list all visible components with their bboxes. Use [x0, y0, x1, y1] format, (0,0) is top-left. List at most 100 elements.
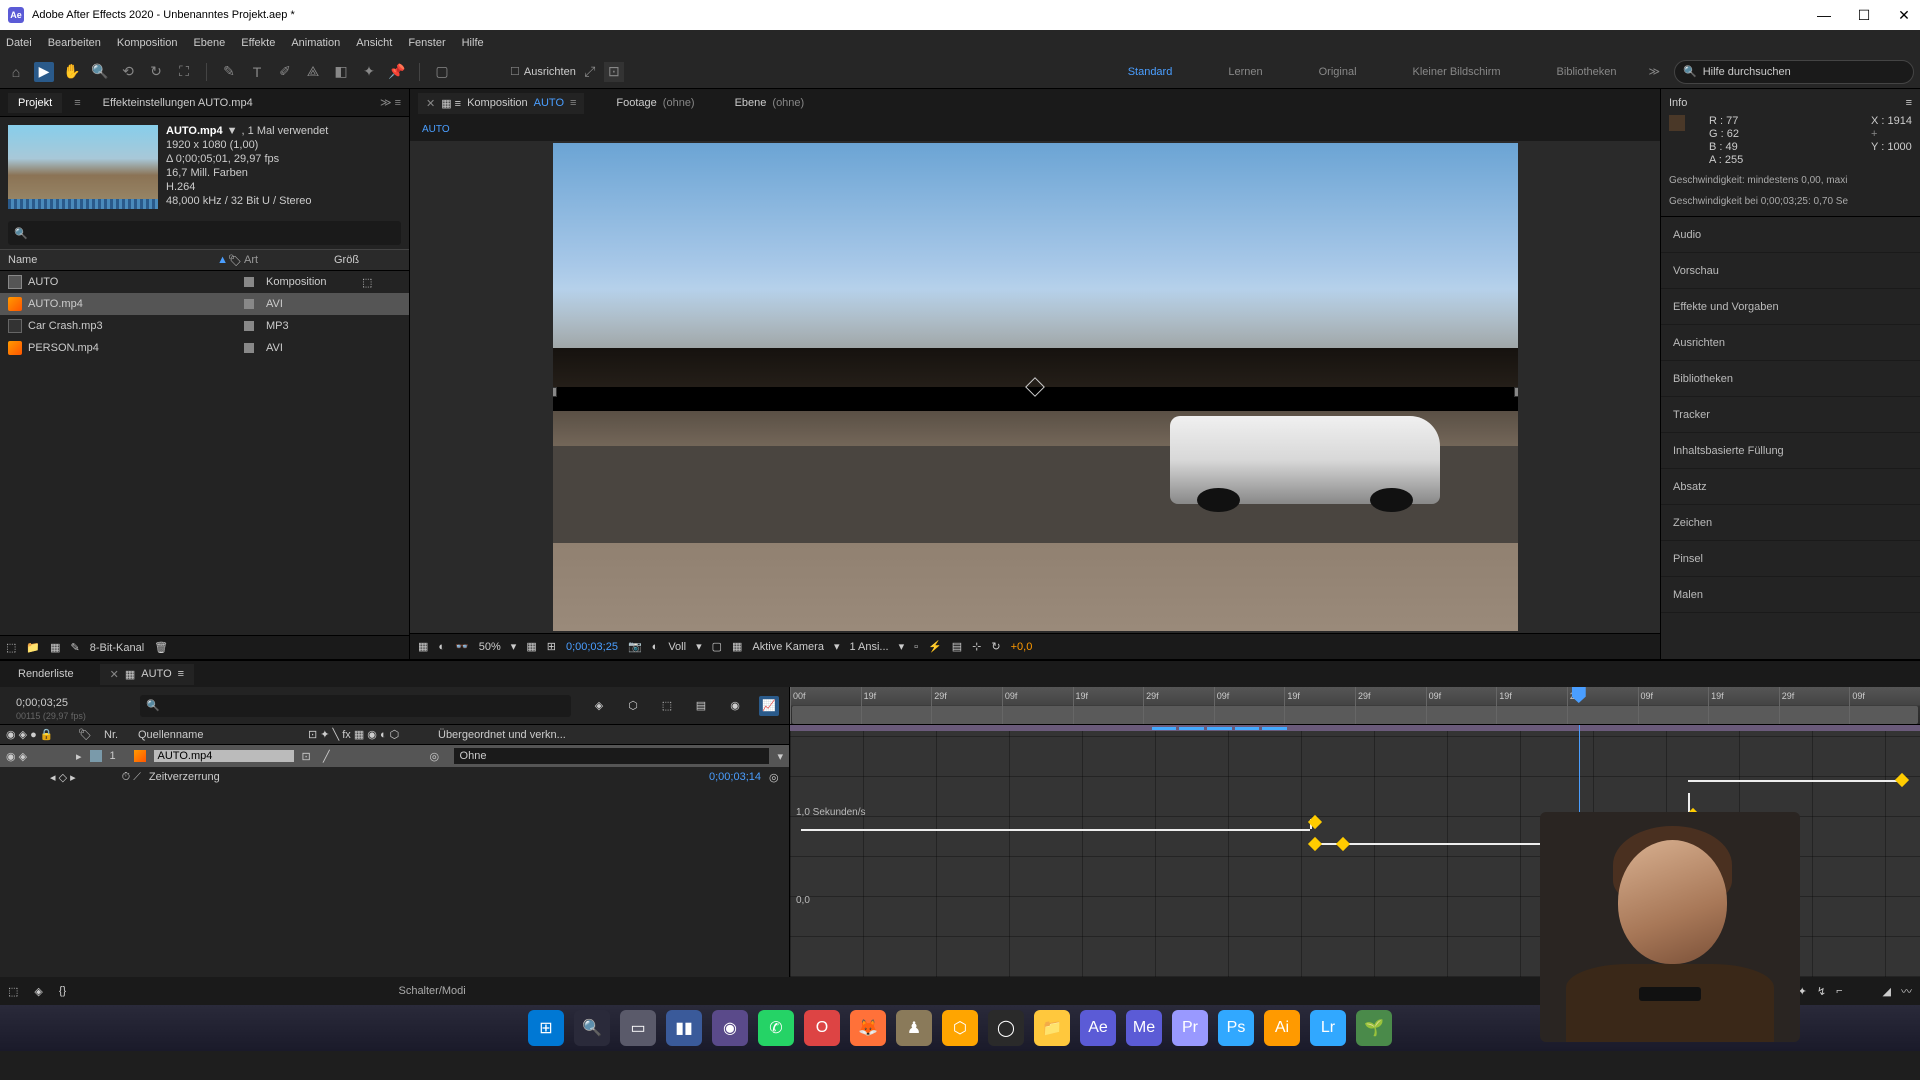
- col-type[interactable]: Art: [244, 254, 334, 266]
- panel-effekte-und-vorgaben[interactable]: Effekte und Vorgaben: [1661, 289, 1920, 325]
- timeline-timecode[interactable]: 0;00;03;25 00115 (29,97 fps): [0, 690, 140, 721]
- layer-parent[interactable]: Ohne: [454, 748, 770, 764]
- tab-layer[interactable]: Ebene (ohne): [727, 93, 813, 113]
- taskbar-app[interactable]: ♟: [896, 1010, 932, 1046]
- tab-project[interactable]: Projekt: [8, 93, 62, 113]
- panel-menu-icon[interactable]: ≡: [1906, 97, 1912, 109]
- eraser-tool[interactable]: ◧: [331, 62, 351, 82]
- workspace-bibliotheken[interactable]: Bibliotheken: [1549, 66, 1625, 78]
- tab-render-queue[interactable]: Renderliste: [8, 664, 84, 684]
- linear-icon[interactable]: ◢: [1883, 985, 1891, 998]
- camera-dropdown[interactable]: Aktive Kamera: [752, 641, 824, 653]
- draft3d-icon[interactable]: ⬡: [623, 696, 643, 716]
- asset-row[interactable]: AUTO Komposition ⬚: [0, 271, 409, 293]
- toggle-modes-icon[interactable]: ◈: [34, 985, 42, 998]
- transparency-icon[interactable]: ▦: [732, 640, 742, 653]
- taskbar-app[interactable]: Ai: [1264, 1010, 1300, 1046]
- channel-icon[interactable]: ◐: [438, 641, 445, 653]
- asset-row[interactable]: PERSON.mp4 AVI: [0, 337, 409, 359]
- taskbar-app[interactable]: 🦊: [850, 1010, 886, 1046]
- panel-inhaltsbasierte-füllung[interactable]: Inhaltsbasierte Füllung: [1661, 433, 1920, 469]
- graph-editor-icon[interactable]: 📈: [759, 696, 779, 716]
- taskbar-app[interactable]: ▮▮: [666, 1010, 702, 1046]
- taskbar-app[interactable]: ◯: [988, 1010, 1024, 1046]
- pen-tool[interactable]: ✎: [219, 62, 239, 82]
- timeline-search[interactable]: 🔍: [140, 695, 571, 717]
- selection-tool[interactable]: ▶: [34, 62, 54, 82]
- panel-absatz[interactable]: Absatz: [1661, 469, 1920, 505]
- zoom-value[interactable]: 50%: [479, 641, 501, 653]
- panel-audio[interactable]: Audio: [1661, 217, 1920, 253]
- zoom-tool[interactable]: 🔍: [90, 62, 110, 82]
- time-ruler[interactable]: 00f19f29f09f19f29f09f19f29f09f19f29f09f1…: [790, 687, 1920, 725]
- taskbar-app[interactable]: 🌱: [1356, 1010, 1392, 1046]
- flowchart-icon[interactable]: ⊹: [972, 640, 981, 653]
- viewer-timecode[interactable]: 0;00;03;25: [566, 641, 618, 653]
- prop-value[interactable]: 0;00;03;14: [709, 771, 761, 783]
- bit-depth[interactable]: 8-Bit-Kanal: [90, 642, 144, 654]
- tab-effect-controls[interactable]: Effekteinstellungen AUTO.mp4: [93, 93, 263, 113]
- close-button[interactable]: ✕: [1896, 7, 1912, 23]
- exposure-value[interactable]: +0,0: [1011, 641, 1033, 653]
- clone-tool[interactable]: ⟁: [303, 62, 323, 82]
- adjust-icon[interactable]: ✎: [71, 641, 80, 654]
- timeline-icon[interactable]: ▤: [952, 640, 962, 653]
- pixel-icon[interactable]: ▫: [914, 641, 918, 653]
- workspace-lernen[interactable]: Lernen: [1220, 66, 1270, 78]
- orbit-tool[interactable]: ⟲: [118, 62, 138, 82]
- guides-icon[interactable]: ⊞: [547, 640, 556, 653]
- resolution-dropdown[interactable]: Voll: [668, 641, 686, 653]
- col-name[interactable]: Name: [8, 254, 37, 266]
- panel-malen[interactable]: Malen: [1661, 577, 1920, 613]
- views-dropdown[interactable]: 1 Ansi...: [849, 641, 888, 653]
- comp-icon[interactable]: ▦: [50, 641, 60, 654]
- property-row-time-remap[interactable]: ◂ ◇ ▸ ⏱ ⟋ Zeitverzerrung 0;00;03;14 ◎: [0, 767, 789, 787]
- menu-komposition[interactable]: Komposition: [117, 37, 178, 49]
- workspace-original[interactable]: Original: [1311, 66, 1365, 78]
- text-tool[interactable]: T: [247, 62, 267, 82]
- taskbar-app[interactable]: Lr: [1310, 1010, 1346, 1046]
- motion-blur-icon[interactable]: ◉: [725, 696, 745, 716]
- frame-blend-icon[interactable]: ▤: [691, 696, 711, 716]
- layer-row-1[interactable]: ◉ ◈ ▸ 1 AUTO.mp4 ⊡ ╱ ◎ Ohne ▾: [0, 745, 789, 767]
- folder-icon[interactable]: 📁: [26, 641, 40, 654]
- taskbar-app[interactable]: Me: [1126, 1010, 1162, 1046]
- shy-icon[interactable]: ⬚: [657, 696, 677, 716]
- menu-ansicht[interactable]: Ansicht: [356, 37, 392, 49]
- channels-icon[interactable]: ◐: [652, 641, 659, 653]
- panel-zeichen[interactable]: Zeichen: [1661, 505, 1920, 541]
- composition-viewer[interactable]: [410, 141, 1660, 633]
- home-icon[interactable]: ⌂: [6, 62, 26, 82]
- camera-tool[interactable]: ⛶: [174, 62, 194, 82]
- handle-right[interactable]: [1514, 387, 1518, 397]
- region-icon[interactable]: ▢: [712, 640, 722, 653]
- asset-row[interactable]: AUTO.mp4 AVI: [0, 293, 409, 315]
- minimize-button[interactable]: —: [1816, 7, 1832, 23]
- col-size[interactable]: Größ: [334, 254, 359, 266]
- panel-pinsel[interactable]: Pinsel: [1661, 541, 1920, 577]
- alpha-icon[interactable]: ▦: [418, 640, 428, 653]
- project-search[interactable]: 🔍: [8, 221, 401, 245]
- workspace-kleiner bildschirm[interactable]: Kleiner Bildschirm: [1405, 66, 1509, 78]
- fast-preview-icon[interactable]: ⚡: [928, 640, 942, 653]
- panel-ausrichten[interactable]: Ausrichten: [1661, 325, 1920, 361]
- panel-vorschau[interactable]: Vorschau: [1661, 253, 1920, 289]
- interpret-icon[interactable]: ⬚: [6, 641, 16, 654]
- mask-icon[interactable]: 👓: [455, 640, 469, 653]
- toggle-brackets-icon[interactable]: {}: [59, 985, 66, 997]
- menu-ebene[interactable]: Ebene: [193, 37, 225, 49]
- menu-bearbeiten[interactable]: Bearbeiten: [48, 37, 101, 49]
- snapshot-icon[interactable]: 📷: [628, 640, 642, 653]
- taskbar-app[interactable]: 🔍: [574, 1010, 610, 1046]
- taskbar-app[interactable]: Ae: [1080, 1010, 1116, 1046]
- maximize-button[interactable]: ☐: [1856, 7, 1872, 23]
- more-workspaces-icon[interactable]: ≫: [1648, 65, 1660, 78]
- handle-left[interactable]: [553, 387, 557, 397]
- taskbar-app[interactable]: ✆: [758, 1010, 794, 1046]
- comp-mini-icon[interactable]: ◈: [589, 696, 609, 716]
- tab-composition[interactable]: ✕ ▦ ≡ Komposition AUTO ≡: [418, 93, 584, 114]
- taskbar-app[interactable]: ⬡: [942, 1010, 978, 1046]
- menu-hilfe[interactable]: Hilfe: [462, 37, 484, 49]
- convert-kf-icon[interactable]: ↯: [1817, 985, 1826, 998]
- brush-tool[interactable]: ✐: [275, 62, 295, 82]
